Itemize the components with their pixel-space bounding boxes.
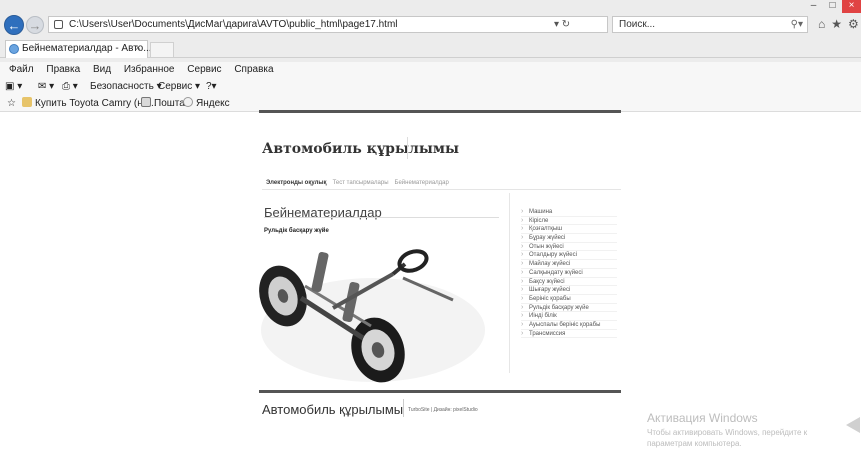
refresh-icon[interactable]: ▾ ↻ xyxy=(554,17,570,32)
tab-strip: Бейнематериалдар - Авто... × xyxy=(0,38,861,58)
help-menu[interactable]: ?▾ xyxy=(206,78,217,96)
menu-bar: Файл Правка Вид Избранное Сервис Справка xyxy=(0,62,861,78)
footer-credit: TurboSite | Дизайн: pixelStudio xyxy=(408,407,478,413)
menu-view[interactable]: Вид xyxy=(93,64,111,75)
safety-menu[interactable]: Безопасность ▾ xyxy=(90,78,162,96)
service-menu[interactable]: Сервис ▾ xyxy=(158,78,200,96)
title-divider xyxy=(407,137,408,159)
section-underline xyxy=(264,217,499,218)
home-page-icon[interactable]: ▣ ▾ xyxy=(5,78,22,96)
address-bar[interactable]: C:\Users\User\Documents\ДисМаг\дарига\AV… xyxy=(48,16,608,33)
side-menu-item[interactable]: Отын жүйесі xyxy=(521,243,617,252)
side-menu-item[interactable]: Бұрау жүйесі xyxy=(521,234,617,243)
header-rule xyxy=(259,110,621,113)
favorite-link-label: Купить Toyota Camry (но... xyxy=(35,98,157,109)
print-icon[interactable]: ⎙ ▾ xyxy=(62,78,78,96)
ie-favicon-icon xyxy=(9,44,19,54)
mail-icon xyxy=(141,97,151,107)
minimize-button[interactable]: – xyxy=(804,0,823,13)
side-menu-item[interactable]: Машина xyxy=(521,208,617,217)
browser-toolbar-icons: ⌂ ★ ⚙ xyxy=(818,17,859,31)
search-placeholder: Поиск... xyxy=(619,19,656,30)
command-bar: ▣ ▾ ✉ ▾ ⎙ ▾ Безопасность ▾ Сервис ▾ ?▾ xyxy=(0,78,861,96)
favorite-link-mail[interactable]: Пошта xyxy=(141,96,185,112)
activation-title: Активация Windows xyxy=(647,411,758,425)
tab-title: Бейнематериалдар - Авто... xyxy=(22,43,152,54)
address-url: C:\Users\User\Documents\ДисМаг\дарига\AV… xyxy=(69,19,398,30)
browser-chrome: – □ × ← → C:\Users\User\Documents\ДисМаг… xyxy=(0,0,861,62)
settings-gear-icon[interactable]: ⚙ xyxy=(848,17,859,31)
favorite-link-label: Пошта xyxy=(154,98,185,109)
side-menu-item[interactable]: Ауыспалы берініс қорабы xyxy=(521,321,617,330)
content-tabs: Электронды оқулық Тест тапсырмалары Бейн… xyxy=(266,180,449,186)
close-window-button[interactable]: × xyxy=(842,0,861,13)
navigation-bar: ← → C:\Users\User\Documents\ДисМаг\дариг… xyxy=(0,14,861,36)
tab-close-icon[interactable]: × xyxy=(135,41,141,57)
side-menu-item[interactable]: Рульдік басқару жүйе xyxy=(521,304,617,313)
yandex-icon xyxy=(183,97,193,107)
side-menu-item[interactable]: Иінді білік xyxy=(521,312,617,321)
tabs-divider xyxy=(262,189,621,190)
side-menu-item[interactable]: Бақсу жүйесі xyxy=(521,278,617,287)
tab-tests[interactable]: Тест тапсырмалары xyxy=(333,180,389,186)
menu-favorites[interactable]: Избранное xyxy=(124,64,175,75)
page-icon xyxy=(54,20,63,29)
tab-videos[interactable]: Бейнематериалдар xyxy=(395,180,449,186)
link-icon xyxy=(22,97,32,107)
search-input[interactable]: Поиск... ⚲▾ xyxy=(612,16,808,33)
menu-file[interactable]: Файл xyxy=(9,64,34,75)
menu-edit[interactable]: Правка xyxy=(46,64,80,75)
search-icon[interactable]: ⚲▾ xyxy=(791,17,803,32)
footer-title: Автомобиль құрылымы xyxy=(262,402,404,417)
activation-text: Чтобы активировать Windows, перейдите к … xyxy=(647,428,808,448)
window-controls: – □ × xyxy=(804,0,861,13)
sub-heading: Рульдік басқару жүйе xyxy=(264,228,329,234)
tab-ebook[interactable]: Электронды оқулық xyxy=(266,180,327,186)
column-divider xyxy=(509,193,510,373)
side-menu-item[interactable]: Кірісле xyxy=(521,217,617,226)
menu-help[interactable]: Справка xyxy=(234,64,273,75)
favorite-link-toyota[interactable]: Купить Toyota Camry (но... xyxy=(22,96,157,112)
footer-divider xyxy=(403,399,404,417)
maximize-button[interactable]: □ xyxy=(823,0,842,13)
add-favorites-icon[interactable]: ☆ xyxy=(7,96,16,112)
side-menu-item[interactable]: Шығару жүйесі xyxy=(521,286,617,295)
new-tab-button[interactable] xyxy=(150,42,174,58)
favorite-link-label: Яндекс xyxy=(196,98,230,109)
footer-rule xyxy=(259,390,621,393)
site-title: Автомобиль құрылымы xyxy=(262,141,460,157)
favorite-link-yandex[interactable]: Яндекс xyxy=(183,96,230,112)
side-menu-item[interactable]: Салқындату жүйесі xyxy=(521,269,617,278)
menu-tools[interactable]: Сервис xyxy=(187,64,221,75)
side-menu-item[interactable]: Қозғалтқыш xyxy=(521,225,617,235)
tab-active[interactable]: Бейнематериалдар - Авто... × xyxy=(5,40,152,58)
scroll-corner-icon xyxy=(846,417,860,433)
side-menu: Машина Кірісле Қозғалтқыш Бұрау жүйесі О… xyxy=(521,208,617,339)
side-menu-item[interactable]: Трансмиссия xyxy=(521,330,617,339)
windows-activation-watermark: Активация Windows Чтобы активировать Win… xyxy=(647,411,847,449)
feeds-icon[interactable]: ✉ ▾ xyxy=(38,78,54,96)
favorites-star-icon[interactable]: ★ xyxy=(831,17,842,31)
side-menu-item[interactable]: Майлау жүйесі xyxy=(521,260,617,269)
back-button[interactable]: ← xyxy=(4,15,24,35)
side-menu-item[interactable]: Берініс қорабы xyxy=(521,295,617,304)
side-menu-item[interactable]: Оталдыру жүйесі xyxy=(521,251,617,261)
home-icon[interactable]: ⌂ xyxy=(818,17,825,31)
forward-button[interactable]: → xyxy=(26,16,44,34)
steering-system-illustration xyxy=(259,249,485,383)
